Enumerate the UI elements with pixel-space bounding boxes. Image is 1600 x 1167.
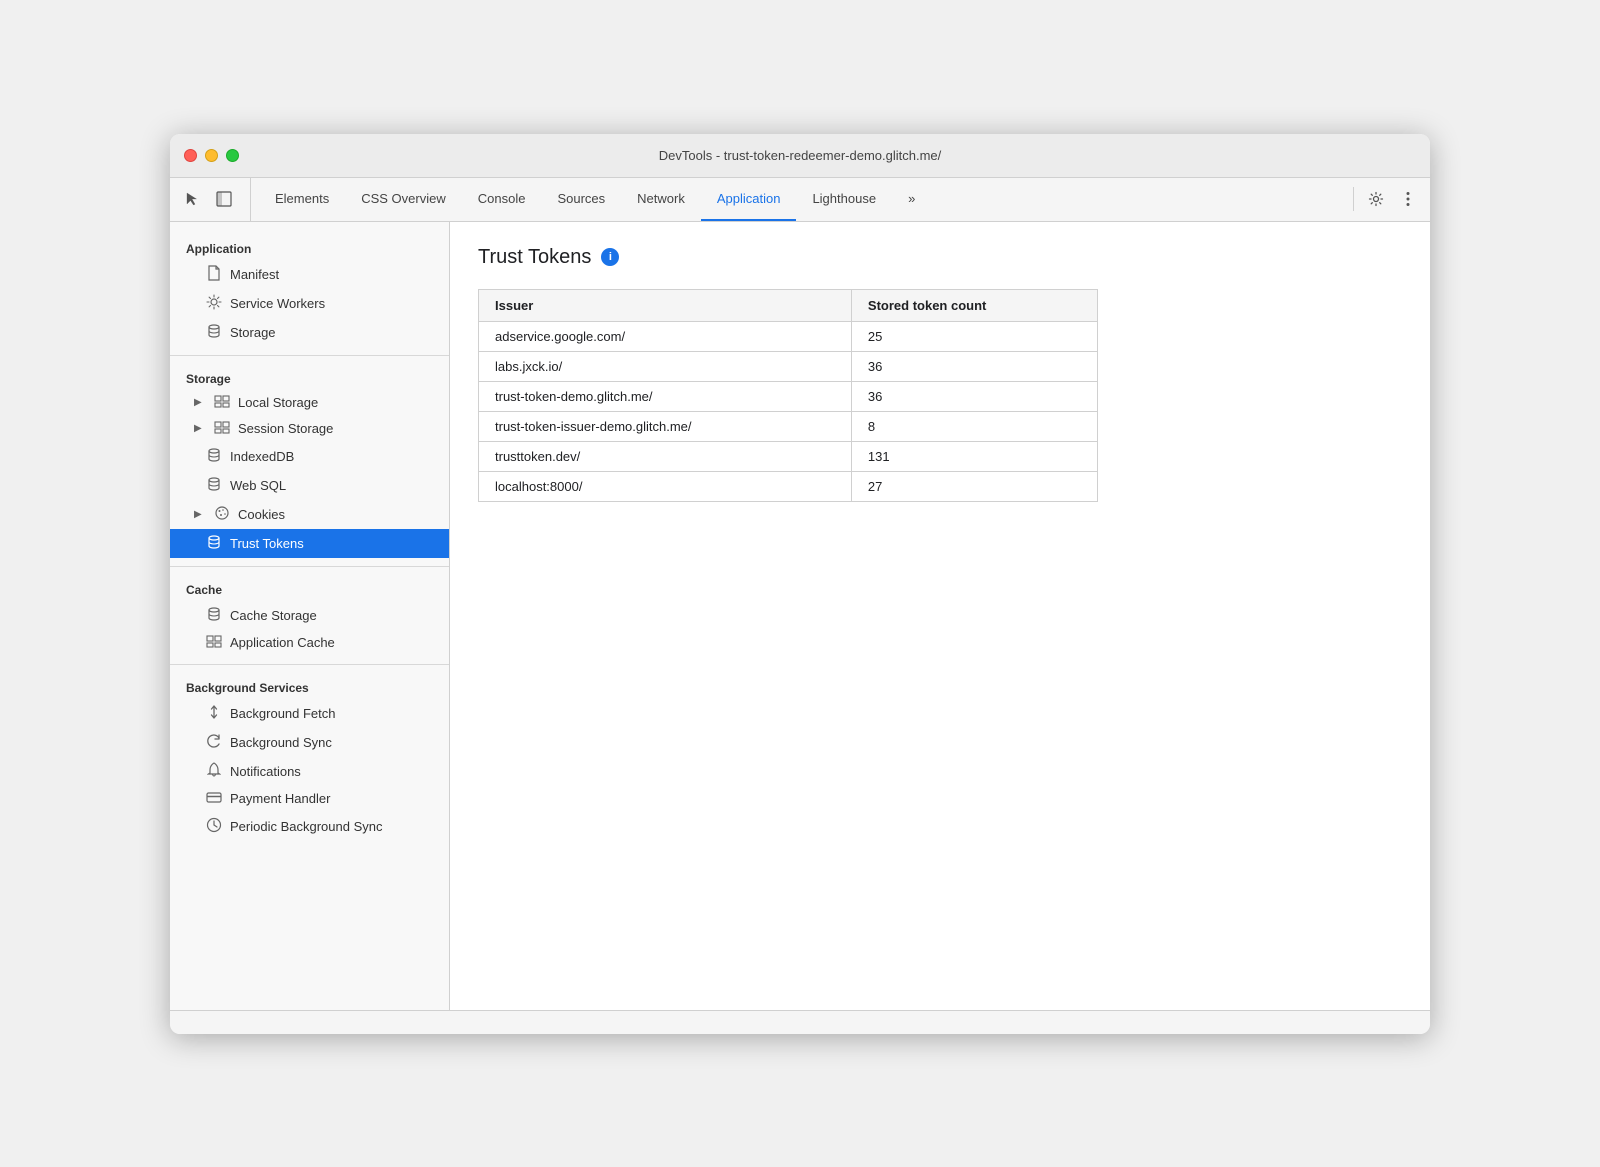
cell-issuer: localhost:8000/ — [479, 471, 852, 501]
cell-count: 25 — [851, 321, 1097, 351]
divider-2 — [170, 566, 449, 567]
table-row[interactable]: labs.jxck.io/36 — [479, 351, 1098, 381]
sidebar-item-service-workers[interactable]: Service Workers — [170, 289, 449, 318]
devtools-window: DevTools - trust-token-redeemer-demo.gli… — [170, 134, 1430, 1034]
sidebar-item-application-cache[interactable]: Application Cache — [170, 630, 449, 656]
tab-sources[interactable]: Sources — [541, 178, 621, 221]
table-row[interactable]: adservice.google.com/25 — [479, 321, 1098, 351]
bg-services-section-header: Background Services — [170, 673, 449, 699]
sidebar-item-indexeddb[interactable]: IndexedDB — [170, 442, 449, 471]
background-fetch-icon — [206, 704, 222, 723]
web-sql-icon — [206, 476, 222, 495]
tabbar-divider — [1353, 187, 1354, 211]
tab-application[interactable]: Application — [701, 178, 797, 221]
tabbar: Elements CSS Overview Console Sources Ne… — [170, 178, 1430, 222]
content-header: Trust Tokens i — [478, 246, 1402, 269]
cache-storage-icon — [206, 606, 222, 625]
tab-list: Elements CSS Overview Console Sources Ne… — [259, 178, 1349, 221]
gear-icon — [1368, 191, 1384, 207]
tab-elements[interactable]: Elements — [259, 178, 345, 221]
cell-issuer: adservice.google.com/ — [479, 321, 852, 351]
sidebar-item-storage-app[interactable]: Storage — [170, 318, 449, 347]
settings-button[interactable] — [1362, 185, 1390, 213]
file-icon — [206, 265, 222, 284]
kebab-menu-icon — [1406, 191, 1410, 207]
notifications-icon — [206, 762, 222, 781]
minimize-button[interactable] — [205, 149, 218, 162]
sidebar-item-background-fetch[interactable]: Background Fetch — [170, 699, 449, 728]
trust-tokens-icon — [206, 534, 222, 553]
table-row[interactable]: localhost:8000/27 — [479, 471, 1098, 501]
sidebar-item-cookies[interactable]: ▶ Cookies — [170, 500, 449, 529]
local-storage-icon — [214, 395, 230, 411]
sidebar-item-session-storage[interactable]: ▶ Session Storage — [170, 416, 449, 442]
cell-count: 36 — [851, 351, 1097, 381]
tabbar-tools — [178, 178, 251, 221]
tab-css-overview[interactable]: CSS Overview — [345, 178, 462, 221]
sidebar-item-manifest[interactable]: Manifest — [170, 260, 449, 289]
tab-network[interactable]: Network — [621, 178, 701, 221]
sidebar-item-payment-handler[interactable]: Payment Handler — [170, 786, 449, 812]
sidebar-item-local-storage[interactable]: ▶ Local Storage — [170, 390, 449, 416]
payment-icon — [206, 791, 222, 807]
column-issuer: Issuer — [479, 289, 852, 321]
service-worker-icon — [206, 294, 222, 313]
tab-console[interactable]: Console — [462, 178, 542, 221]
expand-arrow-icon: ▶ — [194, 423, 206, 434]
sidebar-item-background-sync[interactable]: Background Sync — [170, 728, 449, 757]
page-title: Trust Tokens — [478, 246, 591, 269]
cell-count: 131 — [851, 441, 1097, 471]
expand-arrow-icon: ▶ — [194, 397, 206, 408]
content-panel: Trust Tokens i Issuer Stored token count… — [450, 222, 1430, 1010]
cell-count: 8 — [851, 411, 1097, 441]
database-icon — [206, 323, 222, 342]
sidebar: Application Manifest Ser — [170, 222, 450, 1010]
maximize-button[interactable] — [226, 149, 239, 162]
divider-3 — [170, 664, 449, 665]
sidebar-item-notifications[interactable]: Notifications — [170, 757, 449, 786]
sidebar-item-periodic-bg-sync[interactable]: Periodic Background Sync — [170, 812, 449, 841]
table-header-row: Issuer Stored token count — [479, 289, 1098, 321]
cell-issuer: trust-token-demo.glitch.me/ — [479, 381, 852, 411]
trust-tokens-table: Issuer Stored token count adservice.goog… — [478, 289, 1098, 502]
storage-section-header: Storage — [170, 364, 449, 390]
cell-issuer: trusttoken.dev/ — [479, 441, 852, 471]
column-count: Stored token count — [851, 289, 1097, 321]
cell-count: 27 — [851, 471, 1097, 501]
cache-section-header: Cache — [170, 575, 449, 601]
background-sync-icon — [206, 733, 222, 752]
application-section-header: Application — [170, 234, 449, 260]
expand-arrow-icon: ▶ — [194, 509, 206, 520]
cursor-tool-icon[interactable] — [178, 185, 206, 213]
divider-1 — [170, 355, 449, 356]
info-icon[interactable]: i — [601, 248, 619, 266]
clock-icon — [206, 817, 222, 836]
sidebar-item-trust-tokens[interactable]: Trust Tokens — [170, 529, 449, 558]
sidebar-item-cache-storage[interactable]: Cache Storage — [170, 601, 449, 630]
app-cache-icon — [206, 635, 222, 651]
table-row[interactable]: trust-token-demo.glitch.me/36 — [479, 381, 1098, 411]
tab-more[interactable]: » — [892, 178, 931, 221]
cell-issuer: labs.jxck.io/ — [479, 351, 852, 381]
close-button[interactable] — [184, 149, 197, 162]
table-row[interactable]: trust-token-issuer-demo.glitch.me/8 — [479, 411, 1098, 441]
panel-toggle-icon[interactable] — [210, 185, 238, 213]
table-row[interactable]: trusttoken.dev/131 — [479, 441, 1098, 471]
cell-count: 36 — [851, 381, 1097, 411]
tab-lighthouse[interactable]: Lighthouse — [796, 178, 892, 221]
main-area: Application Manifest Ser — [170, 222, 1430, 1010]
indexeddb-icon — [206, 447, 222, 466]
more-options-button[interactable] — [1394, 185, 1422, 213]
cell-issuer: trust-token-issuer-demo.glitch.me/ — [479, 411, 852, 441]
traffic-lights — [184, 149, 239, 162]
panel-icon — [216, 191, 232, 207]
titlebar: DevTools - trust-token-redeemer-demo.gli… — [170, 134, 1430, 178]
session-storage-icon — [214, 421, 230, 437]
cookies-icon — [214, 505, 230, 524]
sidebar-item-web-sql[interactable]: Web SQL — [170, 471, 449, 500]
statusbar — [170, 1010, 1430, 1034]
tabbar-actions — [1349, 178, 1422, 221]
window-title: DevTools - trust-token-redeemer-demo.gli… — [659, 148, 942, 163]
cursor-icon — [184, 191, 200, 207]
